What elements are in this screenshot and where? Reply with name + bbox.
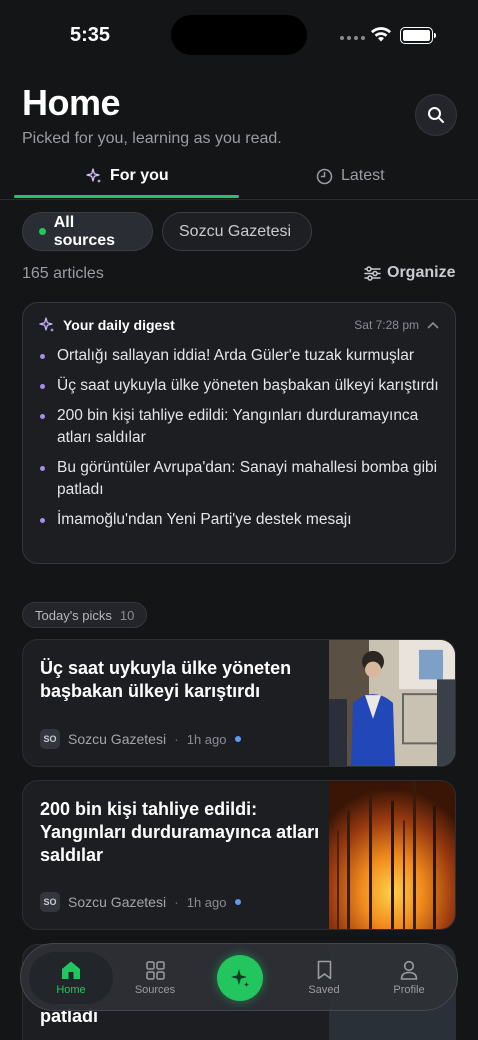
- todays-picks-badge: Today's picks 10: [22, 602, 148, 628]
- dynamic-island: [171, 15, 307, 55]
- grid-icon: [145, 960, 165, 980]
- search-icon: [428, 107, 444, 123]
- bookmark-icon: [317, 960, 331, 980]
- digest-list: Ortalığı sallayan iddia! Arda Güler'e tu…: [39, 345, 443, 539]
- tab-for-you-label: For you: [110, 167, 169, 184]
- signal-icon: [340, 36, 365, 40]
- digest-item[interactable]: İmamoğlu'ndan Yeni Parti'ye destek mesaj…: [39, 509, 443, 531]
- unread-dot: [234, 899, 241, 905]
- digest-item[interactable]: Üç saat uykuyla ülke yöneten başbakan ül…: [39, 375, 443, 397]
- sparkle-icon: [231, 969, 249, 987]
- article-time: 1h ago: [186, 894, 227, 910]
- tab-for-you[interactable]: For you: [86, 167, 169, 185]
- article-card[interactable]: Üç saat uykuyla ülke yöneten başbakan ül…: [22, 639, 456, 767]
- active-dot: [39, 228, 46, 235]
- digest-item[interactable]: 200 bin kişi tahliye edildi: Yangınları …: [39, 405, 443, 449]
- digest-time-label: Sat 7:28 pm: [354, 318, 419, 332]
- nav-home-label: Home: [56, 984, 86, 996]
- digest-title: Your daily digest: [63, 317, 175, 333]
- filter-sozcu-label: Sozcu Gazetesi: [179, 222, 292, 240]
- nav-profile[interactable]: Profile: [369, 944, 449, 1012]
- article-headline: 200 bin kişi tahliye edildi: Yangınları …: [40, 799, 320, 865]
- article-headline: Üç saat uykuyla ülke yöneten başbakan ül…: [40, 658, 292, 701]
- person-icon: [400, 960, 418, 980]
- digest-item[interactable]: Bu görüntüler Avrupa'dan: Sanayi mahalle…: [39, 457, 443, 501]
- nav-saved[interactable]: Saved: [285, 944, 363, 1012]
- clock-icon: [316, 168, 333, 184]
- tab-latest-label: Latest: [341, 167, 385, 184]
- battery-icon: [400, 27, 436, 44]
- wifi-icon: [371, 27, 391, 42]
- feed-tabs: For you Latest: [0, 160, 478, 200]
- article-thumbnail: [329, 781, 455, 929]
- digest-timestamp: Sat 7:28 pm: [354, 318, 439, 332]
- sparkle-icon: [39, 317, 54, 332]
- sparkle-icon: [86, 168, 101, 183]
- nav-sources-label: Sources: [134, 983, 176, 996]
- article-card[interactable]: 200 bin kişi tahliye edildi: Yangınları …: [22, 780, 456, 930]
- digest-header: Your daily digest: [39, 317, 175, 333]
- unread-dot: [234, 736, 241, 742]
- page-subtitle: Picked for you, learning as you read.: [22, 130, 282, 147]
- source-icon: SO: [40, 892, 60, 912]
- bottom-nav: Home Sources Saved Profile: [20, 943, 458, 1011]
- nav-home[interactable]: Home: [29, 952, 113, 1004]
- active-tab-indicator: [14, 195, 239, 198]
- chevron-up-icon[interactable]: [427, 321, 439, 329]
- tab-latest[interactable]: Latest: [316, 167, 385, 185]
- nav-sources[interactable]: Sources: [115, 944, 195, 1012]
- meta-separator: ·: [174, 894, 179, 910]
- article-meta: SO Sozcu Gazetesi · 1h ago: [40, 729, 241, 749]
- filter-all-sources[interactable]: All sources: [22, 212, 153, 251]
- filter-sozcu-gazetesi[interactable]: Sozcu Gazetesi: [162, 212, 312, 251]
- ai-assistant-button[interactable]: [217, 955, 263, 1001]
- article-meta: SO Sozcu Gazetesi · 1h ago: [40, 892, 241, 912]
- picks-count: 10: [119, 607, 135, 623]
- article-time: 1h ago: [186, 731, 227, 747]
- nav-saved-label: Saved: [308, 984, 340, 996]
- article-thumbnail: [329, 640, 455, 766]
- article-source: Sozcu Gazetesi: [68, 894, 167, 910]
- status-bar: 5:35: [0, 0, 478, 70]
- filter-all-sources-label: All sources: [53, 213, 116, 249]
- home-icon: [62, 961, 80, 979]
- meta-separator: ·: [174, 731, 179, 747]
- search-button[interactable]: [415, 94, 457, 136]
- daily-digest-card[interactable]: Your daily digest Sat 7:28 pm Ortalığı s…: [22, 302, 456, 564]
- sliders-icon: [364, 265, 381, 281]
- source-icon: SO: [40, 729, 60, 749]
- page-title: Home: [22, 82, 121, 123]
- article-source: Sozcu Gazetesi: [68, 731, 167, 747]
- article-count: 165 articles: [22, 265, 104, 282]
- organize-button[interactable]: Organize: [364, 264, 455, 282]
- digest-item[interactable]: Ortalığı sallayan iddia! Arda Güler'e tu…: [39, 345, 443, 367]
- picks-label: Today's picks: [35, 607, 112, 623]
- nav-profile-label: Profile: [393, 984, 425, 996]
- organize-label: Organize: [387, 264, 456, 281]
- status-time: 5:35: [70, 24, 111, 46]
